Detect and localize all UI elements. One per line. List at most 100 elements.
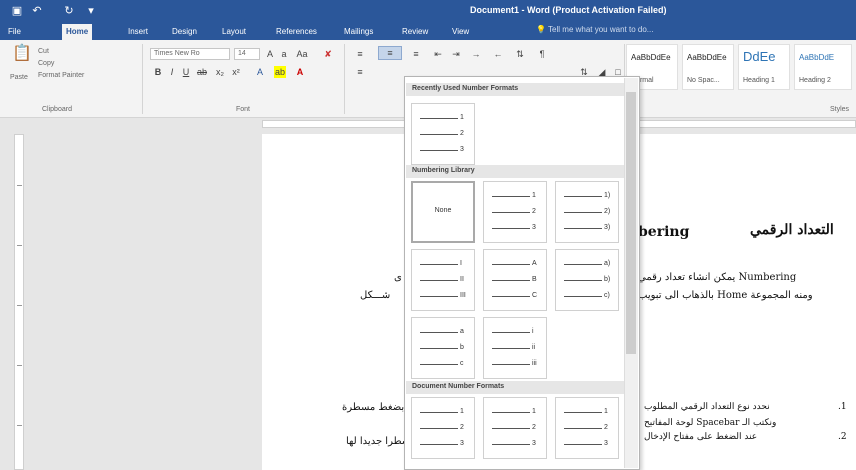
format-painter-button[interactable]: Format Painter bbox=[38, 72, 84, 79]
list-line bbox=[420, 348, 458, 349]
list-line bbox=[492, 212, 530, 213]
vertical-ruler[interactable] bbox=[14, 134, 24, 470]
list-line bbox=[420, 332, 458, 333]
list-line bbox=[492, 364, 530, 365]
tab-insert[interactable]: Insert bbox=[124, 24, 152, 40]
numbering-icon[interactable]: ≡ bbox=[378, 46, 402, 60]
number-format-option[interactable]: 1) 2) 3) bbox=[555, 181, 619, 243]
list-marker: 3 bbox=[460, 440, 464, 447]
number-format-option[interactable]: a) b) c) bbox=[555, 249, 619, 311]
grow-font-icon[interactable]: A bbox=[264, 48, 276, 60]
list-line bbox=[420, 134, 458, 135]
none-label: None bbox=[434, 207, 452, 214]
font-color-icon[interactable]: A bbox=[294, 66, 306, 78]
dropdown-scrollbar-thumb[interactable] bbox=[626, 92, 636, 354]
numbering-library-header: Numbering Library bbox=[406, 165, 628, 178]
doc-heading: التعداد الرقمي bbox=[750, 222, 834, 238]
list-marker: II bbox=[460, 276, 464, 283]
tell-me-search[interactable]: 💡 Tell me what you want to do... bbox=[536, 25, 653, 34]
list-line bbox=[492, 196, 530, 197]
change-case-icon[interactable]: Aa bbox=[296, 48, 308, 60]
style-name: Heading 1 bbox=[743, 77, 775, 84]
list-marker: 1 bbox=[604, 408, 608, 415]
number-format-option[interactable]: a b c bbox=[411, 317, 475, 379]
list-line bbox=[564, 444, 602, 445]
paste-label[interactable]: Paste bbox=[10, 74, 28, 81]
list-line bbox=[420, 118, 458, 119]
superscript-icon[interactable]: x² bbox=[230, 66, 242, 78]
number-format-option[interactable]: i ii iii bbox=[483, 317, 547, 379]
list-line bbox=[564, 296, 602, 297]
decrease-indent-icon[interactable]: ⇤ bbox=[432, 48, 444, 60]
customize-icon[interactable]: ▾ bbox=[84, 4, 98, 18]
list-marker: III bbox=[460, 292, 466, 299]
style-preview: DdEe bbox=[743, 49, 776, 64]
doc-fragment: شـــكل bbox=[360, 290, 391, 301]
list-line bbox=[564, 428, 602, 429]
font-group-label: Font bbox=[236, 106, 251, 113]
bullets-icon[interactable]: ≡ bbox=[354, 48, 366, 60]
number-format-option[interactable]: I II III bbox=[411, 249, 475, 311]
style-no-spacing[interactable]: AaBbDdEe No Spac... bbox=[682, 44, 734, 90]
tab-home[interactable]: Home bbox=[62, 24, 93, 40]
style-heading-1[interactable]: DdEe Heading 1 bbox=[738, 44, 790, 90]
underline-icon[interactable]: U bbox=[180, 66, 192, 78]
list-line bbox=[420, 364, 458, 365]
list-marker: 1 bbox=[532, 408, 536, 415]
tab-mailings[interactable]: Mailings bbox=[340, 24, 377, 40]
italic-icon[interactable]: I bbox=[166, 66, 178, 78]
cut-button[interactable]: Cut bbox=[38, 48, 49, 55]
undo-icon[interactable]: ↶ bbox=[30, 4, 44, 18]
tab-references[interactable]: References bbox=[272, 24, 321, 40]
font-name-field[interactable]: Times New Ro bbox=[150, 48, 230, 60]
copy-button[interactable]: Copy bbox=[38, 60, 54, 67]
show-marks-icon[interactable]: ¶ bbox=[536, 48, 548, 60]
tab-file[interactable]: File bbox=[4, 24, 25, 40]
number-format-option[interactable]: 1 2 3 bbox=[483, 397, 547, 459]
text-effects-icon[interactable]: A bbox=[254, 66, 266, 78]
number-format-option[interactable]: 1 2 3 bbox=[411, 103, 475, 165]
list-marker: 3) bbox=[604, 224, 611, 231]
highlight-icon[interactable]: ab bbox=[274, 66, 286, 78]
tab-view[interactable]: View bbox=[448, 24, 473, 40]
paste-icon[interactable]: 📋 bbox=[12, 46, 32, 70]
style-preview: AaBbDdEe bbox=[631, 53, 671, 62]
align-left-icon[interactable]: ≡ bbox=[354, 66, 366, 78]
shrink-font-icon[interactable]: a bbox=[278, 48, 290, 60]
style-heading-2[interactable]: AaBbDdE Heading 2 bbox=[794, 44, 852, 90]
list-marker: b) bbox=[604, 276, 611, 283]
subscript-icon[interactable]: x₂ bbox=[214, 66, 226, 78]
rtl-icon[interactable]: ← bbox=[492, 48, 504, 60]
tab-review[interactable]: Review bbox=[398, 24, 432, 40]
multilevel-list-icon[interactable]: ≡ bbox=[410, 48, 422, 60]
list-marker: A bbox=[532, 260, 537, 267]
number-format-option[interactable]: 1 2 3 bbox=[411, 397, 475, 459]
doc-line: بالذهاب الى تبويب Home ومنه المجموعة bbox=[638, 290, 813, 301]
list-line bbox=[492, 412, 530, 413]
number-format-none[interactable]: None bbox=[411, 181, 475, 243]
list-number: .1 bbox=[838, 402, 847, 412]
ruler-tick bbox=[17, 245, 22, 246]
ltr-icon[interactable]: → bbox=[470, 48, 482, 60]
increase-indent-icon[interactable]: ⇥ bbox=[450, 48, 462, 60]
list-marker: iii bbox=[532, 360, 537, 367]
window-title: Document1 - Word (Product Activation Fai… bbox=[470, 5, 667, 15]
clipboard-group-label: Clipboard bbox=[42, 106, 72, 113]
list-marker: 2 bbox=[532, 208, 536, 215]
strikethrough-icon[interactable]: ab bbox=[196, 66, 208, 78]
clear-formatting-icon[interactable]: ✘ bbox=[322, 48, 334, 60]
font-size-field[interactable]: 14 bbox=[234, 48, 260, 60]
list-marker: c) bbox=[604, 292, 610, 299]
doc-line: بضغط مسطرة bbox=[342, 402, 405, 413]
bold-icon[interactable]: B bbox=[152, 66, 164, 78]
number-format-option[interactable]: 1 2 3 bbox=[555, 397, 619, 459]
sort-icon[interactable]: ⇅ bbox=[514, 48, 526, 60]
number-format-option[interactable]: A B C bbox=[483, 249, 547, 311]
list-line bbox=[564, 264, 602, 265]
save-icon[interactable]: ▣ bbox=[10, 4, 24, 18]
tell-me-text: Tell me what you want to do... bbox=[548, 25, 654, 34]
number-format-option[interactable]: 1 2 3 bbox=[483, 181, 547, 243]
tab-layout[interactable]: Layout bbox=[218, 24, 250, 40]
tab-design[interactable]: Design bbox=[168, 24, 201, 40]
redo-icon[interactable]: ↻ bbox=[62, 4, 76, 18]
